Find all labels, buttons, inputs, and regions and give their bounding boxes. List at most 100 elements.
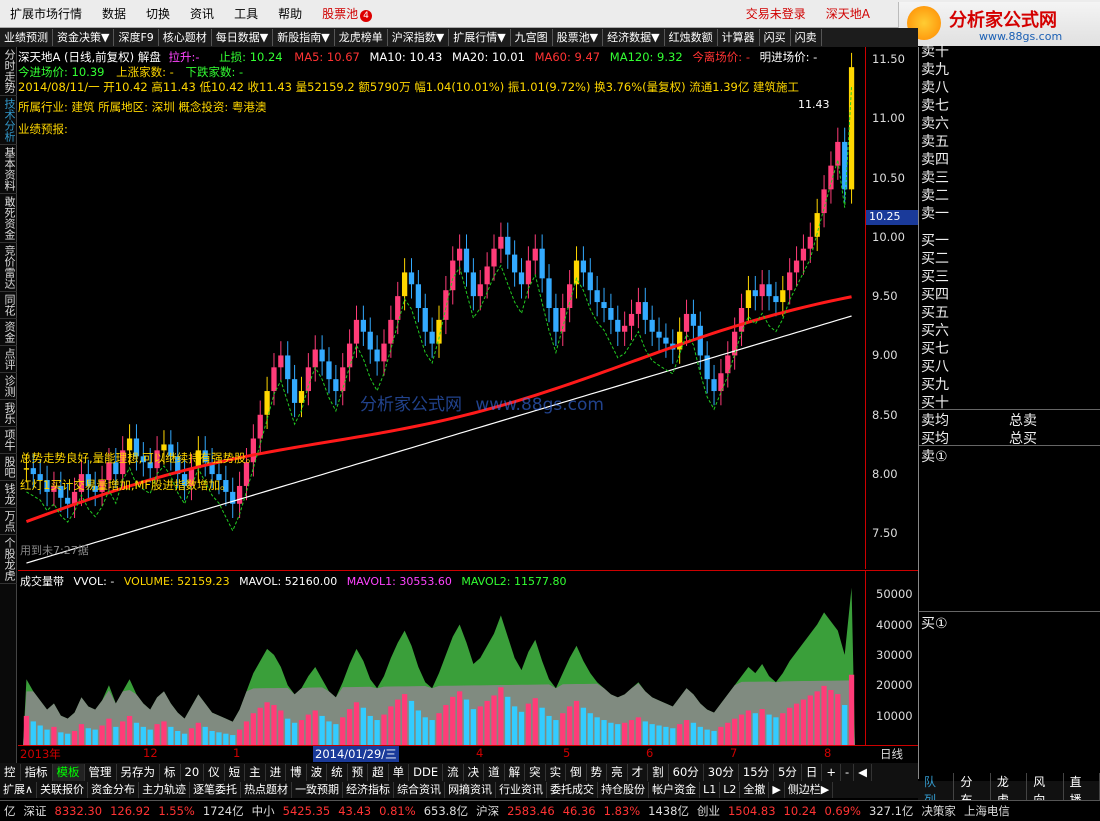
toolbar-button[interactable]: 资金决策▼ (53, 29, 115, 46)
function-tab[interactable]: L1 (700, 781, 721, 798)
left-tab[interactable]: 项牛 (0, 427, 17, 454)
left-tab[interactable]: 分时走势 (0, 47, 17, 96)
left-tab[interactable]: 万点 (0, 508, 17, 535)
function-tab[interactable]: 主力轨迹 (139, 781, 191, 798)
menu-item[interactable]: 扩展市场行情 (0, 0, 92, 28)
toolbar-button[interactable]: 红烛数额 (665, 29, 718, 46)
indicator-tab[interactable]: DDE (409, 763, 444, 781)
period-label[interactable]: (日线,前复权) (64, 50, 134, 64)
indicator-tab[interactable]: 解 (505, 763, 526, 781)
left-tab[interactable]: 资金 (0, 319, 17, 346)
function-tab[interactable]: 全撤 (740, 781, 770, 798)
left-tab[interactable]: 敢死资金 (0, 194, 17, 243)
toolbar-button[interactable]: 闪买 (760, 29, 791, 46)
indicator-tab[interactable]: 模板 (52, 763, 85, 781)
indicator-tab[interactable]: 短 (225, 763, 246, 781)
indicator-tab[interactable]: 标 (160, 763, 181, 781)
stock-pool-menu[interactable]: 股票池 4 (312, 0, 382, 28)
indicator-tab[interactable]: 决 (464, 763, 485, 781)
menu-item[interactable]: 资讯 (180, 0, 224, 28)
function-tab[interactable]: 综合资讯 (394, 781, 446, 798)
toolbar-button[interactable]: 深度F9 (114, 29, 159, 46)
indicator-tab[interactable]: 另存为 (117, 763, 160, 781)
indicator-tab[interactable]: 单 (389, 763, 410, 781)
function-tab[interactable]: ▶ (769, 781, 785, 798)
toolbar-button[interactable]: 龙虎榜单 (335, 29, 388, 46)
function-tab[interactable]: 关联报价 (37, 781, 89, 798)
toolbar-button[interactable]: 九宫图 (511, 29, 553, 46)
indicator-tab[interactable]: - (841, 763, 855, 781)
indicator-tab[interactable]: + (822, 763, 842, 781)
left-tab[interactable]: 个股龙虎 (0, 535, 17, 584)
indicator-tab[interactable]: 20 (181, 763, 205, 781)
function-tab[interactable]: 扩展∧ (0, 781, 38, 798)
indicator-tab[interactable]: 博 (286, 763, 307, 781)
indicator-tab[interactable]: 60分 (669, 763, 704, 781)
function-tab[interactable]: 行业资讯 (496, 781, 548, 798)
function-tab[interactable]: 侧边栏▶ (785, 781, 834, 798)
left-tab[interactable]: 基本资料 (0, 145, 17, 194)
toolbar-button[interactable]: 核心题材 (159, 29, 212, 46)
toolbar-button[interactable]: 扩展行情▼ (449, 29, 511, 46)
volume-chart[interactable] (18, 570, 865, 745)
menu-item[interactable]: 工具 (224, 0, 268, 28)
left-tab[interactable]: 竞价雷达 (0, 243, 17, 292)
indicator-tab[interactable]: 道 (484, 763, 505, 781)
indicator-tab[interactable]: 控 (0, 763, 21, 781)
function-tab[interactable]: 一致预期 (292, 781, 344, 798)
indicator-tab[interactable]: 进 (266, 763, 287, 781)
menu-item[interactable]: 切换 (136, 0, 180, 28)
indicator-tab[interactable]: 才 (628, 763, 649, 781)
analysis-mode[interactable]: 解盘 (138, 50, 161, 64)
toolbar-button[interactable]: 新股指南▼ (273, 29, 335, 46)
left-tab[interactable]: 点评 (0, 346, 17, 373)
toolbar-button[interactable]: 股票池▼ (553, 29, 604, 46)
toolbar-button[interactable]: 沪深指数▼ (388, 29, 450, 46)
left-tab[interactable]: 同花 (0, 292, 17, 319)
toolbar-button[interactable]: 闪卖 (791, 29, 822, 46)
toolbar-button[interactable]: 计算器 (718, 29, 760, 46)
indicator-tab[interactable]: 30分 (704, 763, 739, 781)
indicator-tab[interactable]: 流 (443, 763, 464, 781)
indicator-tab[interactable]: 突 (525, 763, 546, 781)
toolbar-button[interactable]: 业绩预测 (0, 29, 53, 46)
function-tab[interactable]: 资金分布 (88, 781, 140, 798)
left-tab[interactable]: 钱龙 (0, 481, 17, 508)
indicator-tab[interactable]: 5分 (774, 763, 802, 781)
indicator-tab[interactable]: 倒 (566, 763, 587, 781)
function-tab[interactable]: 经济指标 (343, 781, 395, 798)
indicator-tab[interactable]: 指标 (21, 763, 53, 781)
indicator-tab[interactable]: 仪 (204, 763, 225, 781)
function-tab[interactable]: 网摘资讯 (445, 781, 497, 798)
indicator-tab[interactable]: 实 (546, 763, 567, 781)
indicator-tab[interactable]: 超 (368, 763, 389, 781)
function-tab[interactable]: 热点题材 (241, 781, 293, 798)
function-tab[interactable]: L2 (720, 781, 741, 798)
indicator-tab[interactable]: 日 (802, 763, 823, 781)
toolbar-button[interactable]: 每日数据▼ (212, 29, 274, 46)
indicator-tab[interactable]: 割 (648, 763, 669, 781)
pull-indicator: 拉升:- (168, 50, 200, 64)
menu-item[interactable]: 数据 (92, 0, 136, 28)
function-tab[interactable]: 逐笔委托 (190, 781, 242, 798)
left-tab[interactable]: 技术分析 (0, 96, 17, 145)
toolbar-button[interactable]: 经济数据▼ (603, 29, 665, 46)
indicator-tab[interactable]: 亮 (607, 763, 628, 781)
menu-item[interactable]: 帮助 (268, 0, 312, 28)
indicator-tab[interactable]: 管理 (85, 763, 117, 781)
indicator-tab[interactable]: ◀ (854, 763, 873, 781)
indicator-tab[interactable]: 主 (245, 763, 266, 781)
left-tab[interactable]: 我乐 (0, 400, 17, 427)
indicator-tab[interactable]: 15分 (739, 763, 775, 781)
indicator-tab[interactable]: 势 (587, 763, 608, 781)
left-tab[interactable]: 诊测 (0, 373, 17, 400)
left-tab[interactable]: 股吧 (0, 454, 17, 481)
function-tab[interactable]: 委托成交 (547, 781, 599, 798)
function-tab[interactable]: 帐户资金 (649, 781, 701, 798)
indicator-tab[interactable]: 波 (307, 763, 328, 781)
login-status[interactable]: 交易未登录 (736, 0, 816, 28)
candle-body (683, 313, 690, 332)
function-tab[interactable]: 持仓股份 (598, 781, 650, 798)
indicator-tab[interactable]: 统 (327, 763, 348, 781)
indicator-tab[interactable]: 预 (348, 763, 369, 781)
